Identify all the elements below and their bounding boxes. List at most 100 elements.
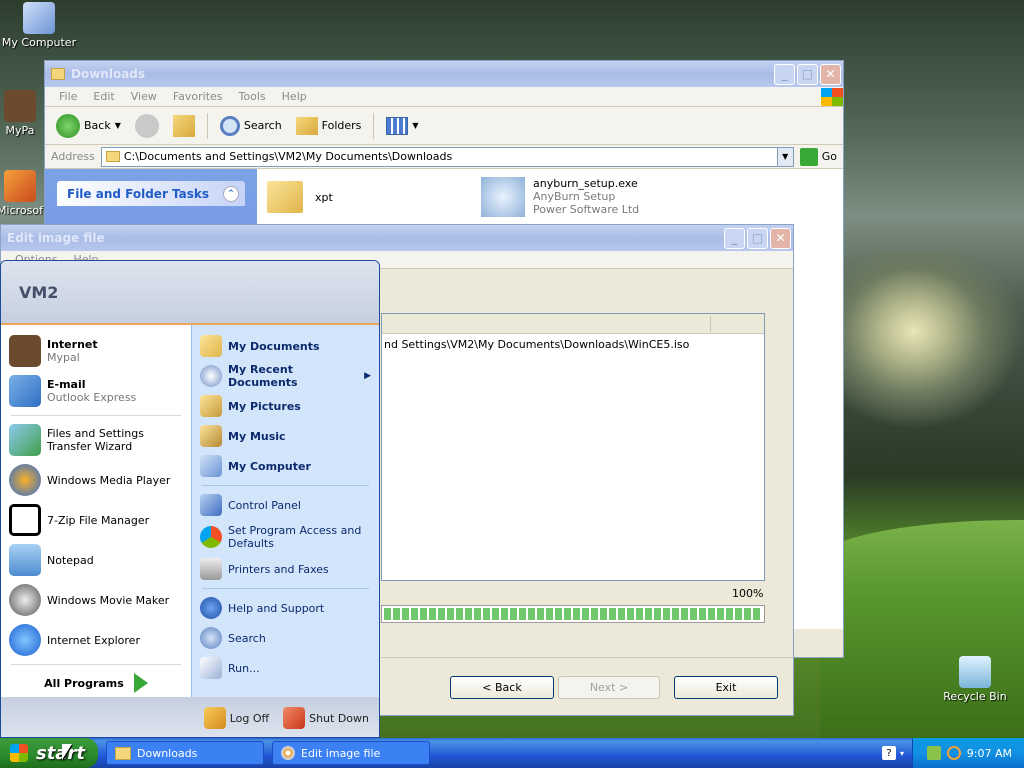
next-button[interactable]: Next > [558, 676, 660, 699]
raccoon-icon [9, 335, 41, 367]
key-icon [203, 707, 226, 729]
recent-media-player[interactable]: Windows Media Player [1, 460, 191, 500]
help-and-support[interactable]: Help and Support [192, 593, 379, 623]
run-icon [200, 657, 222, 679]
path-list[interactable]: nd Settings\VM2\My Documents\Downloads\W… [381, 313, 765, 581]
file-folder-tasks-header[interactable]: File and Folder Tasks ⌃ [57, 181, 245, 206]
pictures-folder-icon [200, 395, 222, 417]
desktop-icon-mypal[interactable]: MyPa [0, 90, 50, 137]
control-panel-icon [200, 494, 222, 516]
pinned-internet[interactable]: Internet Mypal [1, 331, 191, 371]
window-title: Edit image file [7, 231, 105, 245]
recent-7zip[interactable]: 7-Zip File Manager [1, 500, 191, 540]
taskbar-item-edit-image[interactable]: Edit image file [272, 741, 430, 765]
recent-internet-explorer[interactable]: Internet Explorer [1, 620, 191, 660]
chevron-down-icon[interactable]: ▼ [776, 147, 793, 166]
wallpaper-hill [820, 520, 1024, 740]
go-arrow-icon [799, 147, 818, 166]
shortcut-icon [4, 170, 36, 202]
start-menu-header: VM2 [1, 261, 379, 323]
clock[interactable]: 9:07 AM [967, 747, 1012, 760]
chevron-down-icon: ▾ [899, 748, 904, 758]
movie-maker-icon [9, 584, 41, 616]
desktop-icon-microsoft[interactable]: Microsof [0, 170, 50, 217]
iso-path: nd Settings\VM2\My Documents\Downloads\W… [384, 338, 690, 351]
exit-button[interactable]: Exit [674, 676, 778, 699]
forward-arrow-icon [134, 113, 159, 138]
start-right-column: My Documents My Recent Documents ▶ My Pic… [191, 325, 379, 697]
menu-favorites[interactable]: Favorites [165, 90, 231, 103]
progress-bar [381, 605, 765, 623]
user-name: VM2 [19, 282, 59, 302]
menu-view[interactable]: View [123, 90, 165, 103]
desktop-icon-recycle-bin[interactable]: Recycle Bin [936, 656, 1014, 703]
forward-button[interactable] [130, 111, 164, 141]
collapse-chevron-icon[interactable]: ⌃ [223, 185, 239, 202]
power-icon [283, 707, 306, 729]
taskbar-item-downloads[interactable]: Downloads [106, 741, 264, 765]
folder-icon [115, 746, 131, 760]
search-button[interactable]: Search [215, 111, 287, 141]
back-button[interactable]: Back ▼ [51, 111, 126, 141]
recent-transfer-wizard[interactable]: Files and Settings Transfer Wizard [1, 420, 191, 460]
place-my-pictures[interactable]: My Pictures [192, 391, 379, 421]
file-item-xpt[interactable]: xpt [267, 181, 333, 213]
recent-notepad[interactable]: Notepad [1, 540, 191, 580]
progress-label: 100% [732, 587, 764, 600]
setting-program-access[interactable]: Set Program Access and Defaults [192, 520, 379, 554]
run-item[interactable]: Run... [192, 653, 379, 683]
start-button[interactable]: start [0, 738, 98, 768]
search-item[interactable]: Search [192, 623, 379, 653]
address-field[interactable]: C:\Documents and Settings\VM2\My Documen… [100, 146, 794, 167]
menu-tools[interactable]: Tools [231, 90, 274, 103]
pinned-email[interactable]: E-mail Outlook Express [1, 371, 191, 411]
place-my-computer[interactable]: My Computer [192, 451, 379, 481]
computer-icon [23, 2, 55, 34]
file-item-anyburn[interactable]: anyburn_setup.exe AnyBurn Setup Power So… [481, 177, 639, 217]
start-left-column: Internet Mypal E-mail Outlook Express File… [1, 325, 191, 697]
recent-movie-maker[interactable]: Windows Movie Maker [1, 580, 191, 620]
close-button[interactable]: ✕ [770, 227, 791, 249]
edit-image-titlebar[interactable]: Edit image file _ □ ✕ [1, 225, 793, 251]
views-button[interactable]: ▼ [381, 111, 423, 141]
help-icon: ? [881, 746, 896, 760]
menu-edit[interactable]: Edit [85, 90, 122, 103]
setting-printers-faxes[interactable]: Printers and Faxes [192, 554, 379, 584]
network-icon[interactable] [926, 746, 941, 760]
minimize-button[interactable]: _ [774, 63, 795, 85]
recycle-bin-icon [959, 656, 991, 688]
folder-icon [200, 335, 222, 357]
go-button[interactable]: Go [822, 150, 837, 163]
installer-icon [481, 177, 525, 217]
desktop-icon-my-computer[interactable]: My Computer [0, 2, 78, 49]
log-off-button[interactable]: Log Off [203, 707, 269, 729]
place-my-documents[interactable]: My Documents [192, 331, 379, 361]
back-button[interactable]: < Back [450, 676, 554, 699]
explorer-toolbar: Back ▼ Search Folders ▼ [45, 107, 843, 145]
toolbar-separator [373, 112, 375, 139]
maximize-button[interactable]: □ [747, 227, 768, 249]
explorer-titlebar[interactable]: Downloads _ □ ✕ [45, 61, 843, 87]
menu-file[interactable]: File [51, 90, 85, 103]
windows-logo-icon [821, 87, 843, 106]
language-bar[interactable]: ? ▾ [881, 746, 904, 760]
place-recent-documents[interactable]: My Recent Documents ▶ [192, 361, 379, 391]
shut-down-button[interactable]: Shut Down [283, 707, 369, 729]
maximize-button[interactable]: □ [797, 63, 818, 85]
setting-control-panel[interactable]: Control Panel [192, 490, 379, 520]
chevron-down-icon: ▼ [114, 121, 121, 130]
place-my-music[interactable]: My Music [192, 421, 379, 451]
folders-button[interactable]: Folders [291, 111, 367, 141]
minimize-button[interactable]: _ [724, 227, 745, 249]
up-button[interactable] [168, 111, 200, 141]
menu-help[interactable]: Help [274, 90, 315, 103]
close-button[interactable]: ✕ [820, 63, 841, 85]
raccoon-icon [4, 90, 36, 122]
ie-icon [9, 624, 41, 656]
toolbar-separator [206, 112, 208, 139]
windows-logo-icon [10, 744, 28, 762]
back-arrow-icon [56, 113, 80, 138]
all-programs-button[interactable]: All Programs [1, 669, 191, 697]
address-label: Address [51, 150, 95, 163]
search-tray-icon[interactable] [946, 746, 961, 760]
